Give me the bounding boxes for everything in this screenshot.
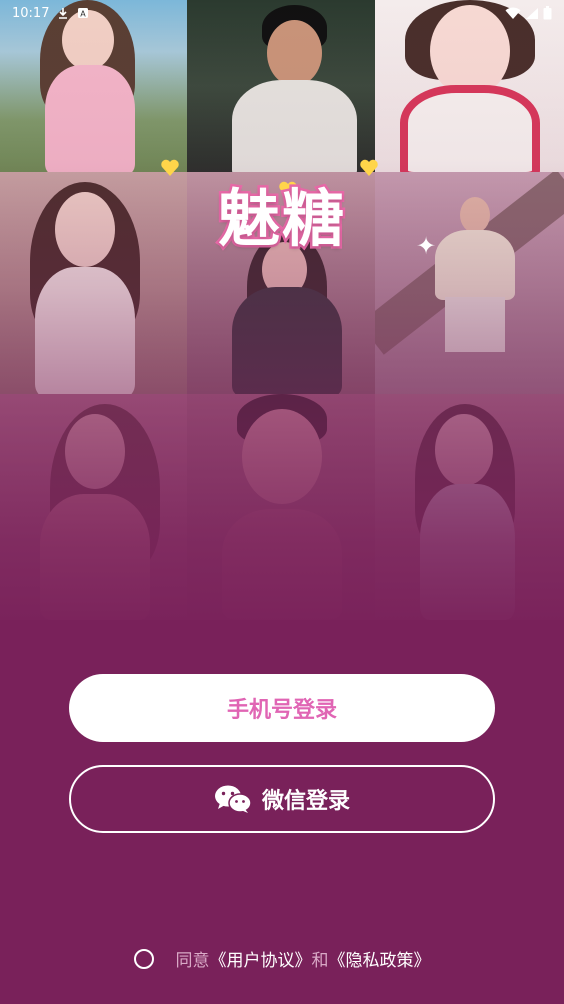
- photo-grid-background: [0, 0, 564, 620]
- wechat-login-label: 微信登录: [261, 789, 350, 814]
- status-bar: 10:17 A: [0, 0, 564, 26]
- phone-login-label: 手机号登录: [226, 698, 337, 723]
- user-agreement-link[interactable]: 《用户协议》: [210, 946, 312, 971]
- a-icon: A: [78, 8, 89, 19]
- agreement-radio[interactable]: [133, 948, 154, 969]
- svg-text:A: A: [81, 10, 87, 19]
- photo-tile: [187, 394, 375, 620]
- wifi-icon: [505, 7, 521, 19]
- agreement-row: 同意 《用户协议》 和 《隐私政策》: [0, 946, 564, 971]
- status-time: 10:17: [12, 5, 50, 21]
- privacy-policy-link[interactable]: 《隐私政策》: [329, 946, 431, 971]
- logo-text: 魅糖: [215, 180, 346, 258]
- photo-tile: [0, 394, 187, 620]
- agreement-prefix: 同意: [175, 951, 210, 971]
- battery-icon: [543, 6, 552, 20]
- agreement-conjunction: 和: [311, 951, 329, 971]
- wechat-icon: [214, 785, 252, 813]
- wechat-login-button[interactable]: 微信登录: [69, 765, 495, 833]
- app-logo: 魅糖 ✦: [144, 158, 436, 260]
- photo-tile: [375, 394, 564, 620]
- sparkle-icon: ✦: [416, 232, 437, 260]
- signal-icon: [526, 7, 538, 19]
- download-icon: [59, 8, 68, 19]
- phone-login-button[interactable]: 手机号登录: [69, 674, 495, 742]
